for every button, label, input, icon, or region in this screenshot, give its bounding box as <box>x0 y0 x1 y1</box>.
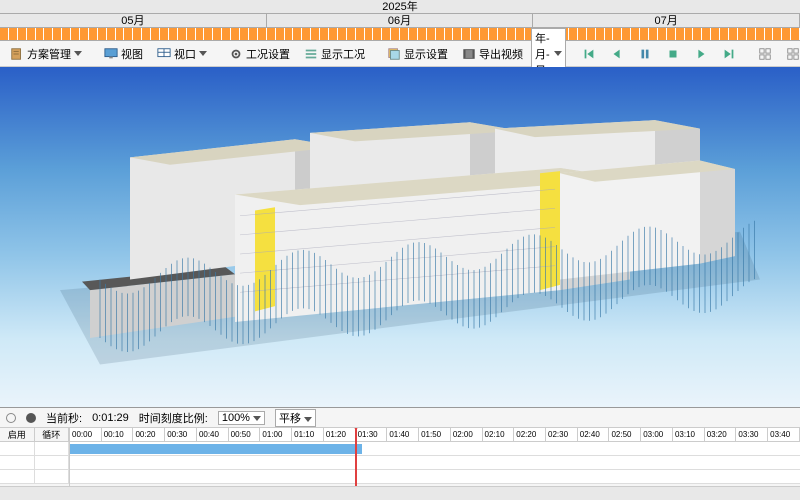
record-icon[interactable] <box>26 413 36 423</box>
step-back-button[interactable] <box>604 44 630 64</box>
ruler-tick: 03:30 <box>736 428 768 441</box>
stop-button[interactable] <box>660 44 686 64</box>
button-label: 视图 <box>121 46 143 62</box>
building-model <box>0 67 800 407</box>
film-icon <box>462 47 476 61</box>
button-label: 导出视频 <box>479 46 523 62</box>
timeline-info-bar: 当前秒: 0:01:29 时间刻度比例: 100% 平移 <box>0 408 800 428</box>
export-video-button[interactable]: 导出视频 <box>456 43 529 65</box>
grid1-button[interactable] <box>752 44 778 64</box>
book-icon <box>10 47 24 61</box>
timeline-track[interactable] <box>70 470 800 484</box>
mode-dropdown[interactable]: 平移 <box>275 409 316 427</box>
grid2-button[interactable] <box>780 44 800 64</box>
skip-end-button[interactable] <box>716 44 742 64</box>
timeline-panel: 当前秒: 0:01:29 时间刻度比例: 100% 平移 启用 循环 00:00… <box>0 407 800 486</box>
timeline-track[interactable] <box>70 456 800 470</box>
ruler-tick: 00:00 <box>70 428 102 441</box>
play-button[interactable] <box>688 44 714 64</box>
calendar-year: 2025年 <box>0 0 800 14</box>
status-bar <box>0 486 800 500</box>
show-conditions-button[interactable]: 显示工况 <box>298 43 371 65</box>
ruler-tick: 03:10 <box>673 428 705 441</box>
col-enable: 启用 <box>0 428 35 441</box>
button-label: 方案管理 <box>27 46 71 62</box>
viewport-icon <box>157 47 171 61</box>
ruler-tick: 03:40 <box>768 428 800 441</box>
calendar-days[interactable] <box>0 28 800 40</box>
skip-start-button[interactable] <box>576 44 602 64</box>
ruler-tick: 01:40 <box>387 428 419 441</box>
col-loop: 循环 <box>35 428 70 441</box>
list-icon <box>304 47 318 61</box>
view-button[interactable]: 视图 <box>98 43 149 65</box>
scale-label: 时间刻度比例: <box>139 410 208 426</box>
pause-button[interactable] <box>632 44 658 64</box>
current-sec-label: 当前秒: <box>46 410 82 426</box>
ruler-tick: 03:00 <box>641 428 673 441</box>
timeline-row-cells[interactable] <box>0 470 69 484</box>
timeline-tracks[interactable]: 00:0000:1000:2000:3000:4000:5001:0001:10… <box>70 428 800 486</box>
timeline-track[interactable] <box>70 442 800 456</box>
timeline-clip[interactable] <box>70 444 362 454</box>
ruler-tick: 02:50 <box>609 428 641 441</box>
ruler-tick: 00:50 <box>229 428 261 441</box>
calendar-month[interactable]: 07月 <box>533 14 800 27</box>
display-settings-button[interactable]: 显示设置 <box>381 43 454 65</box>
gear-icon <box>229 47 243 61</box>
pause-icon <box>638 47 652 61</box>
scheme-mgmt-button[interactable]: 方案管理 <box>4 43 88 65</box>
ruler-tick: 01:10 <box>292 428 324 441</box>
chevron-down-icon <box>304 417 312 422</box>
calendar-month[interactable]: 05月 <box>0 14 267 27</box>
step-back-icon <box>610 47 624 61</box>
current-sec-value: 0:01:29 <box>92 412 129 424</box>
ruler-tick: 02:30 <box>546 428 578 441</box>
button-label: 显示工况 <box>321 46 365 62</box>
viewport-button[interactable]: 视口 <box>151 43 213 65</box>
ruler-tick: 02:10 <box>483 428 515 441</box>
ruler-tick: 00:30 <box>165 428 197 441</box>
button-label: 工况设置 <box>246 46 290 62</box>
chevron-down-icon <box>554 51 562 56</box>
ruler-tick: 02:20 <box>514 428 546 441</box>
ruler-tick: 00:40 <box>197 428 229 441</box>
button-label: 显示设置 <box>404 46 448 62</box>
ruler-tick: 00:20 <box>133 428 165 441</box>
skip-end-icon <box>722 47 736 61</box>
timeline-ruler[interactable]: 00:0000:1000:2000:3000:4000:5001:0001:10… <box>70 428 800 442</box>
scale-value[interactable]: 100% <box>218 411 265 425</box>
calendar-month[interactable]: 06月 <box>267 14 534 27</box>
ruler-tick: 01:00 <box>260 428 292 441</box>
ruler-tick: 00:10 <box>102 428 134 441</box>
calendar-months: 05月 06月 07月 <box>0 14 800 28</box>
layers-icon <box>387 47 401 61</box>
3d-viewport[interactable] <box>0 67 800 407</box>
button-label: 视口 <box>174 46 196 62</box>
skip-start-icon <box>582 47 596 61</box>
playhead[interactable] <box>355 428 357 486</box>
ruler-tick: 02:00 <box>451 428 483 441</box>
timeline-row-cells[interactable] <box>0 442 69 456</box>
grid-icon <box>786 47 800 61</box>
toolbar: 方案管理 视图 视口 工况设置 显示工况 显示设置 导出视频 年-月-日 西南等… <box>0 41 800 67</box>
radio-icon[interactable] <box>6 413 16 423</box>
chevron-down-icon <box>199 51 207 56</box>
calendar-strip: 2025年 05月 06月 07月 <box>0 0 800 41</box>
monitor-icon <box>104 47 118 61</box>
chevron-down-icon <box>74 51 82 56</box>
condition-settings-button[interactable]: 工况设置 <box>223 43 296 65</box>
chevron-down-icon <box>253 416 261 421</box>
ruler-tick: 03:20 <box>705 428 737 441</box>
timeline-row-headers: 启用 循环 <box>0 428 70 486</box>
stop-icon <box>666 47 680 61</box>
play-icon <box>694 47 708 61</box>
ruler-tick: 02:40 <box>578 428 610 441</box>
ruler-tick: 01:50 <box>419 428 451 441</box>
grid-icon <box>758 47 772 61</box>
timeline-row-cells[interactable] <box>0 456 69 470</box>
